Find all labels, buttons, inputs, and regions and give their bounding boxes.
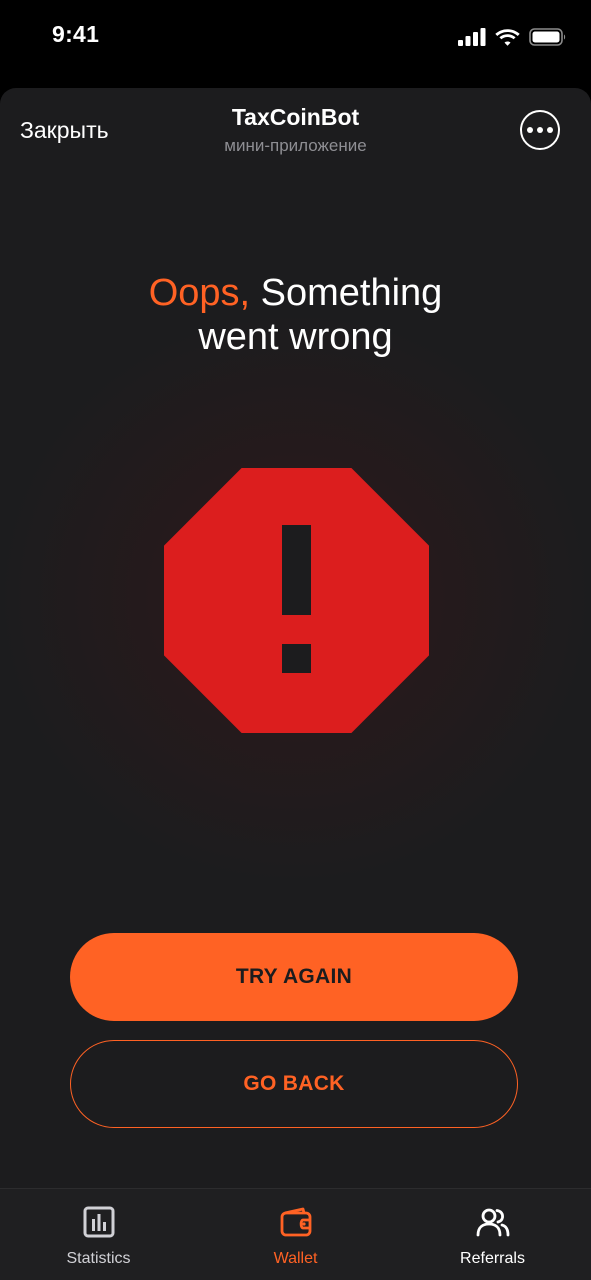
tab-statistics-label: Statistics xyxy=(66,1250,131,1267)
tab-wallet-label: Wallet xyxy=(273,1250,318,1267)
error-title-accent: Oops, xyxy=(148,272,251,314)
tab-wallet[interactable]: Wallet xyxy=(197,1189,394,1280)
statistics-icon xyxy=(83,1206,114,1238)
error-title-line2: went wrong xyxy=(198,316,393,358)
more-dots-icon xyxy=(527,127,533,133)
bottom-tab-bar: Statistics Wallet Referrals xyxy=(0,1188,591,1280)
cellular-signal-icon xyxy=(458,28,486,46)
wifi-icon xyxy=(495,29,520,46)
go-back-button[interactable]: GO BACK xyxy=(70,1040,518,1128)
status-icons xyxy=(458,26,567,48)
stop-warning-icon xyxy=(164,468,429,733)
status-time: 9:41 xyxy=(52,21,100,47)
battery-icon xyxy=(529,28,566,46)
status-bar: 9:41 xyxy=(0,0,591,88)
referrals-icon xyxy=(476,1208,509,1237)
mini-app-sheet: Закрыть TaxCoinBot мини-приложение Oops,… xyxy=(0,88,591,1280)
mini-app-header: Закрыть TaxCoinBot мини-приложение xyxy=(0,88,591,172)
bot-title: TaxCoinBot xyxy=(231,104,360,130)
more-menu-button[interactable] xyxy=(520,110,560,150)
error-title-rest: Something xyxy=(250,272,443,314)
tab-statistics[interactable]: Statistics xyxy=(0,1189,197,1280)
error-title: Oops, Something went wrong xyxy=(0,271,591,359)
wallet-icon xyxy=(280,1207,311,1237)
exclamation-bar xyxy=(282,525,311,615)
exclamation-dot xyxy=(282,644,311,673)
tab-referrals-label: Referrals xyxy=(460,1250,525,1267)
bot-subtitle: мини-приложение xyxy=(224,136,367,155)
try-again-button[interactable]: TRY AGAIN xyxy=(70,933,518,1021)
tab-referrals[interactable]: Referrals xyxy=(394,1189,591,1280)
